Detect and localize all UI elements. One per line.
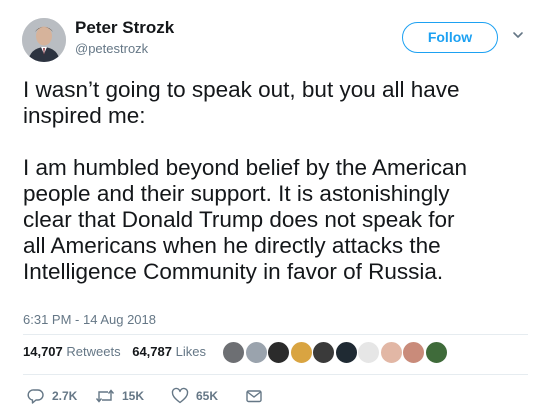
divider [23,374,528,375]
retweets-count: 14,707 [23,344,63,359]
liker-avatar[interactable] [312,341,335,364]
tweet-line: people and their support. It is astonish… [23,181,450,206]
tweet-header: Peter Strozk @petestrozk Follow [20,14,530,66]
liker-avatar[interactable] [222,341,245,364]
retweet-icon [95,389,115,403]
liker-avatar[interactable] [289,341,313,364]
tweet-line: inspired me: [23,103,146,128]
engagement-stats: 14,707 Retweets 64,787 Likes [23,344,214,359]
direct-message-button[interactable] [245,386,263,406]
liker-avatar[interactable] [424,341,448,364]
author-handle[interactable]: @petestrozk [75,41,148,56]
retweet-count: 15K [122,389,145,403]
like-count: 65K [196,389,219,403]
reply-icon [27,389,44,404]
retweet-button[interactable]: 15K [95,386,144,406]
retweets-stat[interactable]: 14,707 Retweets [23,344,121,359]
retweets-label: Retweets [66,344,121,359]
chevron-down-icon[interactable] [511,28,525,42]
reply-button[interactable]: 2.7K [27,386,77,406]
tweet-line: I wasn’t going to speak out, but you all… [23,77,460,102]
like-button[interactable]: 65K [171,386,218,406]
reply-count: 2.7K [52,389,78,403]
tweet-line: clear that Donald Trump does not speak f… [23,207,455,232]
tweet-line: I am humbled beyond belief by the Americ… [23,155,468,180]
author-avatar[interactable] [22,18,66,62]
envelope-icon [246,390,262,403]
liker-avatar[interactable] [357,341,380,364]
tweet-line: Intelligence Community in favor of Russi… [23,259,444,284]
heart-icon [171,387,189,404]
likes-stat[interactable]: 64,787 Likes [132,344,206,359]
tweet-timestamp[interactable]: 6:31 PM - 14 Aug 2018 [23,312,156,327]
divider [23,334,528,335]
tweet-text: I wasn’t going to speak out, but you all… [23,77,533,285]
tweet-actions: 2.7K 15K 65K [23,386,283,408]
likes-count: 64,787 [132,344,172,359]
liker-avatar[interactable] [379,341,403,364]
liker-avatar[interactable] [267,341,290,364]
follow-button[interactable]: Follow [402,22,498,53]
likes-label: Likes [175,344,206,359]
liker-avatar[interactable] [402,341,425,364]
tweet-line: all Americans when he directly attacks t… [23,233,441,258]
liker-avatar[interactable] [334,341,358,364]
author-name[interactable]: Peter Strozk [75,18,174,38]
profile-photo-icon [22,18,66,62]
liker-avatar[interactable] [244,341,268,364]
